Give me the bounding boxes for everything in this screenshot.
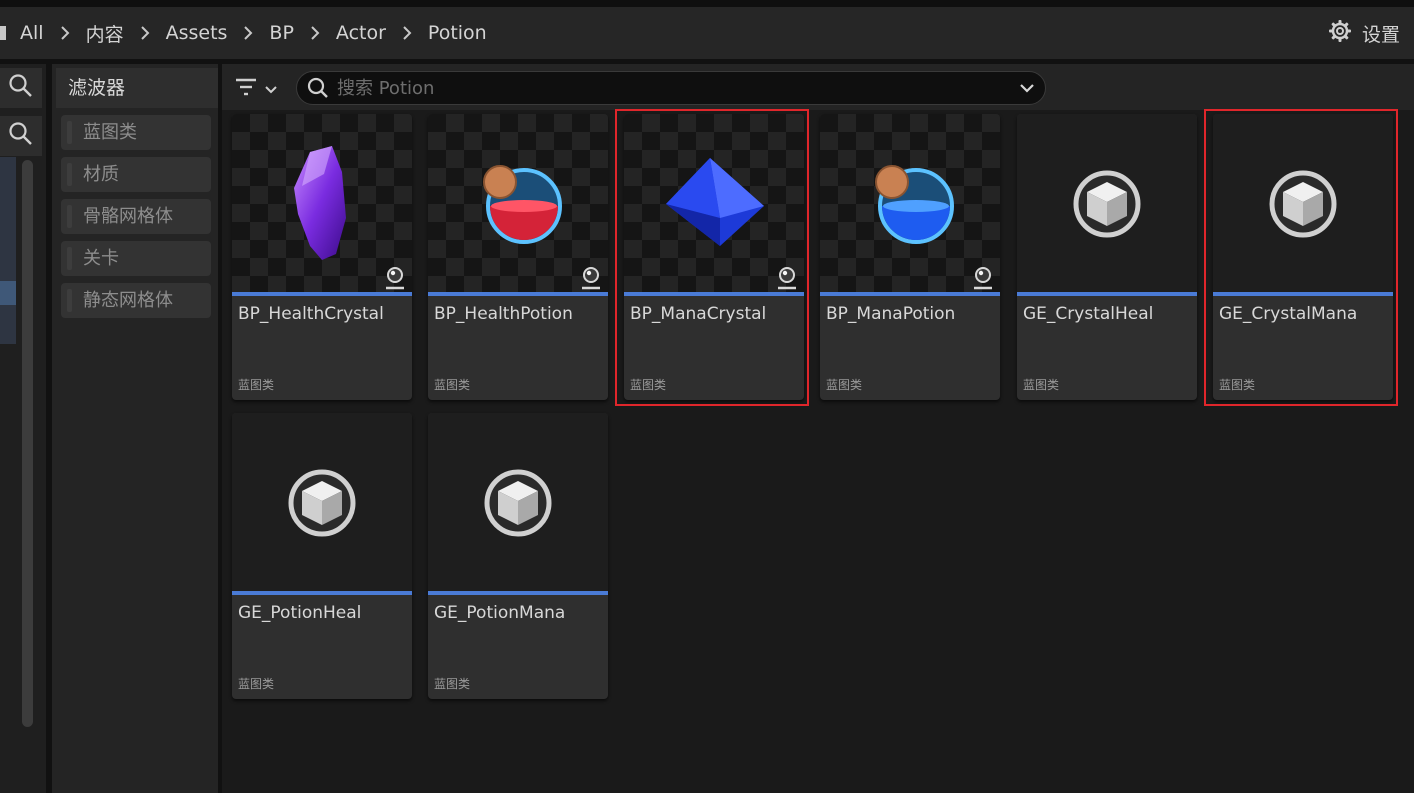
asset-tile-ge-potionheal[interactable]: GE_PotionHeal 蓝图类 (232, 413, 412, 699)
breadcrumb-assets[interactable]: Assets (166, 22, 228, 44)
asset-type: 蓝图类 (1023, 378, 1060, 392)
search-icon (8, 121, 34, 151)
search-bar[interactable] (296, 71, 1046, 105)
asset-tile-bp-healthpotion[interactable]: BP_HealthPotion 蓝图类 (428, 114, 608, 400)
search-folders-button[interactable] (0, 116, 42, 156)
asset-name: GE_CrystalMana (1219, 304, 1358, 324)
filter-item-level[interactable]: 关卡 (61, 241, 211, 276)
breadcrumb-bp[interactable]: BP (269, 22, 294, 44)
asset-view: BP_HealthCrystal蓝图类BP_HealthPotion蓝图类BP_… (222, 64, 1414, 793)
breadcrumb-actor[interactable]: Actor (336, 22, 386, 44)
cube-icon (1269, 170, 1337, 238)
scrollbar[interactable] (22, 160, 33, 727)
asset-type: 蓝图类 (434, 378, 471, 392)
chevron-right-icon[interactable] (227, 25, 269, 41)
settings-button[interactable]: 设置 (1328, 19, 1400, 47)
chevron-right-icon[interactable] (44, 25, 86, 41)
actor-class-icon (970, 264, 996, 294)
asset-tile-ge-crystalmana[interactable]: GE_CrystalMana 蓝图类 (1213, 114, 1393, 400)
cube-icon (1073, 170, 1141, 238)
breadcrumb: All 内容 Assets BP Actor Potion 设置 (0, 7, 1414, 59)
asset-name: GE_PotionMana (434, 603, 566, 623)
content-browser: All 内容 Assets BP Actor Potion 设置 滤波器 蓝图类… (0, 0, 1414, 793)
asset-name: BP_ManaPotion (826, 304, 956, 324)
asset-thumbnail (1017, 114, 1197, 292)
search-icon (8, 73, 34, 103)
asset-thumbnail (232, 413, 412, 591)
search-icon (307, 77, 329, 99)
asset-tile-bp-manacrystal[interactable]: BP_ManaCrystal 蓝图类 (624, 114, 804, 400)
top-strip (0, 0, 1414, 7)
cube-icon (484, 469, 552, 537)
asset-type-color-bar (232, 591, 412, 595)
gear-icon (1328, 19, 1352, 47)
asset-type: 蓝图类 (238, 677, 275, 691)
actor-class-icon (578, 264, 604, 294)
breadcrumb-potion[interactable]: Potion (428, 22, 487, 44)
asset-tile-bp-healthcrystal[interactable]: BP_HealthCrystal 蓝图类 (232, 114, 412, 400)
chevron-down-icon (264, 80, 278, 99)
asset-type-color-bar (1017, 292, 1197, 296)
asset-type: 蓝图类 (434, 677, 471, 691)
asset-tile-ge-potionmana[interactable]: GE_PotionMana 蓝图类 (428, 413, 608, 699)
actor-class-icon (382, 264, 408, 294)
asset-type: 蓝图类 (630, 378, 667, 392)
asset-thumbnail (1213, 114, 1393, 292)
filter-panel-title: 滤波器 (56, 68, 218, 108)
filter-item-static-mesh[interactable]: 静态网格体 (61, 283, 211, 318)
folder-tree-active-item[interactable] (0, 281, 16, 305)
asset-tile-bp-manapotion[interactable]: BP_ManaPotion 蓝图类 (820, 114, 1000, 400)
breadcrumb-content[interactable]: 内容 (86, 20, 124, 47)
chevron-right-icon[interactable] (294, 25, 336, 41)
folder-tree-selection[interactable] (0, 157, 16, 344)
asset-type: 蓝图类 (238, 378, 275, 392)
asset-type-color-bar (1213, 292, 1393, 296)
breadcrumb-all[interactable]: All (20, 22, 44, 44)
asset-name: GE_PotionHeal (238, 603, 362, 623)
asset-name: BP_HealthPotion (434, 304, 573, 324)
asset-name: BP_HealthCrystal (238, 304, 384, 324)
cube-icon (288, 469, 356, 537)
filter-item-material[interactable]: 材质 (61, 157, 211, 192)
asset-type-color-bar (232, 292, 412, 296)
asset-type-color-bar (428, 591, 608, 595)
asset-type: 蓝图类 (1219, 378, 1256, 392)
folder-stub-icon[interactable] (0, 26, 6, 40)
asset-name: GE_CrystalHeal (1023, 304, 1154, 324)
asset-type-color-bar (428, 292, 608, 296)
asset-type-color-bar (624, 292, 804, 296)
sources-strip (0, 64, 46, 793)
asset-thumbnail (428, 413, 608, 591)
chevron-right-icon[interactable] (386, 25, 428, 41)
asset-type: 蓝图类 (826, 378, 863, 392)
search-sources-button[interactable] (0, 68, 42, 108)
asset-name: BP_ManaCrystal (630, 304, 767, 324)
asset-tile-ge-crystalheal[interactable]: GE_CrystalHeal 蓝图类 (1017, 114, 1197, 400)
filter-item-skeletal-mesh[interactable]: 骨骼网格体 (61, 199, 211, 234)
chevron-down-icon[interactable] (1019, 80, 1035, 99)
filter-panel: 滤波器 蓝图类 材质 骨骼网格体 关卡 静态网格体 (52, 64, 218, 793)
asset-type-color-bar (820, 292, 1000, 296)
filter-item-blueprint-class[interactable]: 蓝图类 (61, 115, 211, 150)
actor-class-icon (774, 264, 800, 294)
settings-label: 设置 (1361, 23, 1400, 46)
filter-dropdown-button[interactable] (234, 76, 286, 102)
chevron-right-icon[interactable] (124, 25, 166, 41)
filter-icon (234, 77, 258, 101)
search-input[interactable] (337, 77, 997, 99)
